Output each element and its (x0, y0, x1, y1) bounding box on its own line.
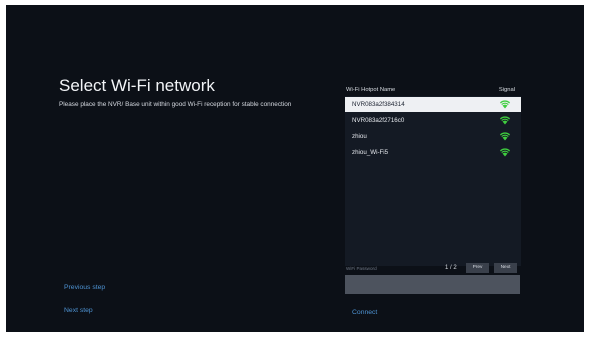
wifi-panel: Wi-Fi Hotpot Name Signal NVR083a2f384314… (345, 86, 521, 266)
wifi-network-row[interactable]: NVR083a2f2716c0 (345, 113, 521, 128)
wifi-list-header: Wi-Fi Hotpot Name Signal (345, 86, 521, 95)
password-label: WiFi Password (346, 266, 377, 271)
column-header-signal: Signal (498, 87, 515, 93)
setup-screen: Select Wi-Fi network Please place the NV… (6, 5, 584, 332)
column-header-name: Wi-Fi Hotpot Name (346, 87, 396, 93)
wifi-signal-icon (500, 116, 510, 125)
network-ssid: NVR083a2f2716c0 (352, 117, 405, 124)
wifi-signal-icon (500, 148, 510, 157)
next-step-button[interactable]: Next step (64, 306, 93, 316)
wifi-signal-icon (500, 132, 510, 141)
prev-page-button[interactable]: Prev (466, 263, 489, 273)
page-subtitle: Please place the NVR/ Base unit within g… (59, 101, 292, 108)
wifi-network-row[interactable]: zhiou_Wi-Fi5 (345, 145, 521, 160)
password-toolbar: WiFi Password 1 / 2 Prev Next (345, 263, 521, 274)
next-page-button[interactable]: Next (494, 263, 517, 273)
wifi-network-row[interactable]: NVR083a2f384314 (345, 97, 521, 112)
network-ssid: zhiou_Wi-Fi5 (352, 149, 389, 156)
password-input[interactable] (345, 275, 520, 294)
page-indicator: 1 / 2 (445, 265, 457, 271)
network-ssid: zhiou (352, 133, 367, 140)
page-title: Select Wi-Fi network (59, 76, 215, 95)
network-ssid: NVR083a2f384314 (352, 101, 405, 108)
previous-step-button[interactable]: Previous step (64, 283, 105, 293)
wifi-signal-icon (500, 100, 510, 109)
wifi-network-row[interactable]: zhiou (345, 129, 521, 144)
wifi-list[interactable]: NVR083a2f384314 NVR083a2f2716c0 zhiou zh… (345, 96, 521, 266)
connect-button[interactable]: Connect (352, 308, 377, 318)
